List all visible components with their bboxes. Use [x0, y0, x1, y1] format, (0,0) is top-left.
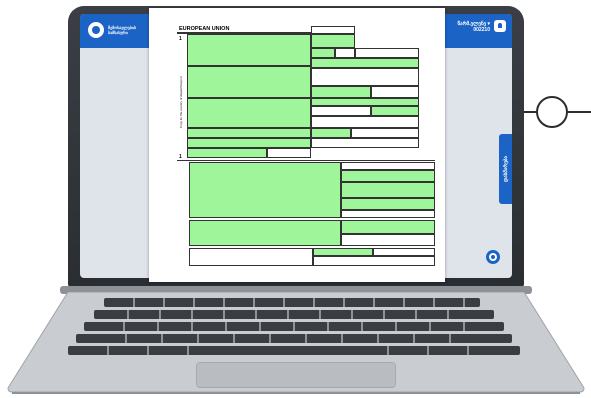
help-side-tab[interactable]: დახმარება	[499, 134, 512, 204]
box-border-transport	[187, 128, 311, 138]
box-currency	[311, 116, 419, 128]
keyboard	[68, 298, 520, 355]
box-country-destination	[311, 98, 419, 106]
vertical-caption: Copy for the country of dispatch/export	[179, 76, 183, 128]
box-statistical-value	[341, 234, 435, 246]
box-item-number	[341, 162, 435, 170]
app-logo-icon	[88, 22, 104, 38]
box-declarant	[187, 98, 311, 128]
box-supplementary	[341, 220, 435, 234]
box-reference	[355, 48, 419, 58]
box-origin-weight	[341, 182, 435, 198]
callout-circle-icon	[536, 96, 568, 128]
bell-icon[interactable]	[494, 20, 506, 32]
copy-number: 1	[179, 36, 182, 42]
box-person-responsible	[311, 68, 419, 86]
box-declaration	[311, 26, 355, 34]
box-guarantee	[313, 248, 373, 256]
box-goods-description	[189, 162, 341, 218]
box-consignee	[187, 66, 311, 98]
customs-document: EUROPEAN UNION 1 1 Copy for the country …	[149, 8, 445, 282]
callout-line-right	[566, 111, 591, 113]
box-signature	[373, 248, 435, 256]
box-identity-transport	[311, 106, 371, 116]
user-id: 002210	[473, 27, 490, 33]
box-country-codes	[371, 86, 419, 98]
user-menu[interactable]: წარმ.ელენე ▾ 002210	[457, 21, 490, 33]
box-commodity-code	[341, 170, 435, 182]
box-packages	[335, 48, 355, 58]
box-quota	[341, 210, 435, 218]
box-transaction	[311, 128, 351, 138]
box-transport-mode	[187, 138, 311, 148]
box-place-date	[313, 256, 435, 266]
chat-icon[interactable]	[486, 250, 500, 264]
logo-line-2: სამსახური	[108, 30, 128, 35]
box-exchange-rate	[351, 128, 419, 138]
app-logo[interactable]: შემოსავლების სამსახური	[88, 22, 136, 38]
box-procedure	[341, 198, 435, 210]
box-forms	[311, 34, 355, 48]
box-consignee-ref	[311, 58, 419, 68]
box-office-exit	[187, 148, 267, 158]
box-exporter	[187, 34, 311, 66]
box-delivery-terms	[371, 106, 419, 116]
box-additional-info	[189, 220, 341, 246]
section-rule	[177, 160, 435, 161]
box-country-dispatch	[311, 86, 371, 98]
trackpad	[196, 362, 396, 388]
logo-text: შემოსავლების სამსახური	[108, 25, 136, 35]
box-totals	[311, 48, 335, 58]
box-calculation	[189, 248, 313, 266]
box-financial	[311, 138, 419, 148]
box-location-goods	[267, 148, 311, 158]
help-side-tab-label: დახმარება	[502, 155, 509, 183]
